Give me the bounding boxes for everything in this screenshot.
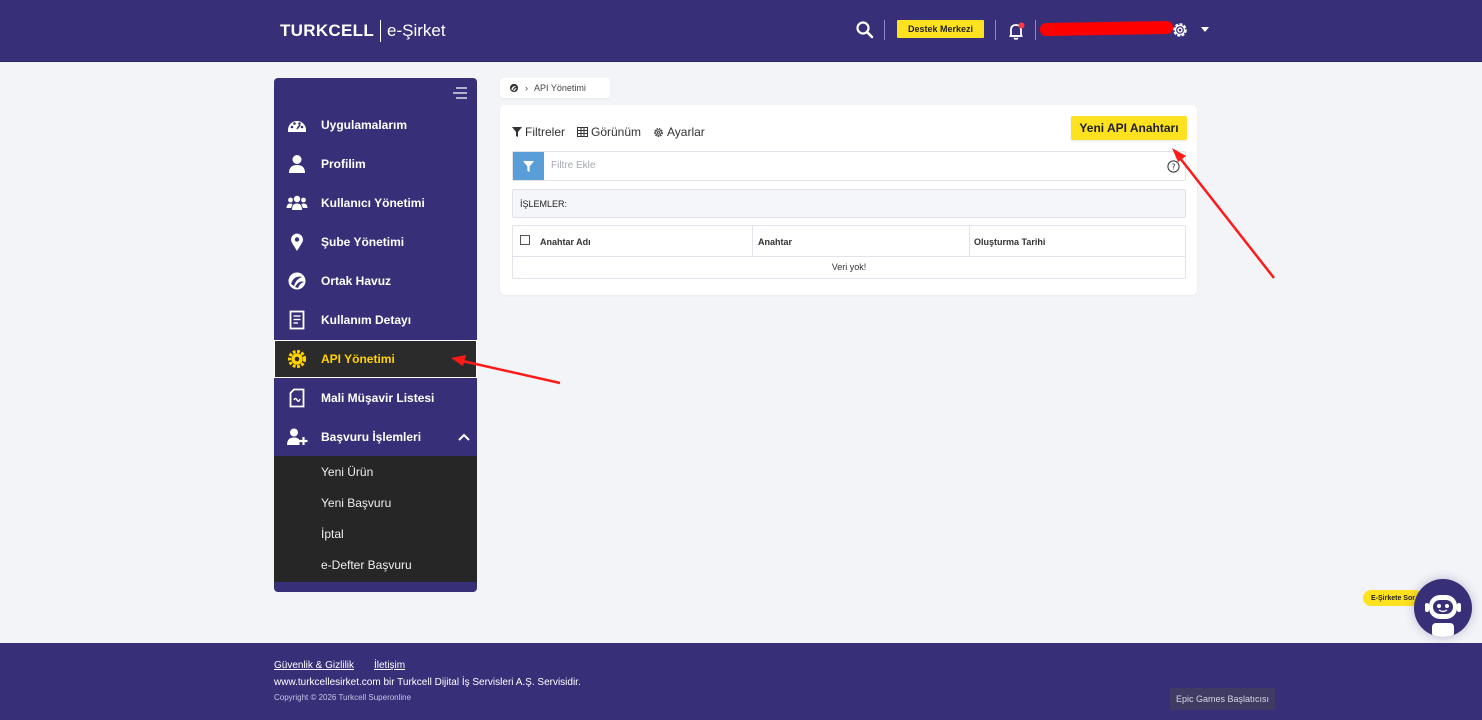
search-icon[interactable] <box>855 20 875 40</box>
sidebar-item-label: Kullanıcı Yönetimi <box>321 196 425 210</box>
gear-icon[interactable] <box>1170 20 1190 40</box>
sidebar-item-accountant-list[interactable]: Mali Müşavir Listesi <box>274 379 477 417</box>
new-api-key-button[interactable]: Yeni API Anahtarı <box>1071 116 1187 140</box>
sidebar-item-label: Kullanım Detayı <box>321 313 412 327</box>
sidebar-item-label: Mali Müşavir Listesi <box>321 391 435 405</box>
api-keys-table: Anahtar Adı Anahtar Oluşturma Tarihi Ver… <box>512 225 1186 279</box>
footer-text: www.turkcellesirket.com bir Turkcell Dij… <box>274 677 581 688</box>
submenu-application-operations: Yeni Ürün Yeni Başvuru İptal e-Defter Ba… <box>274 456 477 582</box>
table-header: Anahtar Adı Anahtar Oluşturma Tarihi <box>513 226 1185 257</box>
chevron-up-icon[interactable] <box>457 430 471 444</box>
menu-collapse-icon[interactable] <box>452 86 468 100</box>
sidebar-item-label: API Yönetimi <box>321 352 395 366</box>
column-divider <box>969 226 970 257</box>
column-header-key-name[interactable]: Anahtar Adı <box>540 237 591 247</box>
sidebar-item-branch-management[interactable]: Şube Yönetimi <box>274 223 477 261</box>
bell-icon[interactable] <box>1006 20 1028 42</box>
footer-link-privacy[interactable]: Güvenlik & Gizlilik <box>274 660 354 671</box>
column-header-created-date[interactable]: Oluşturma Tarihi <box>974 237 1045 247</box>
sidebar-item-label: Uygulamalarım <box>321 118 408 132</box>
sidebar-item-label: Profilim <box>321 157 366 171</box>
submenu-item-new-application[interactable]: Yeni Başvuru <box>321 496 391 510</box>
header-divider <box>995 20 996 40</box>
settings-button[interactable]: Ayarlar <box>653 125 705 139</box>
chatbot-avatar[interactable] <box>1414 579 1472 637</box>
view-label: Görünüm <box>591 125 642 139</box>
header-divider <box>884 20 885 40</box>
redacted-user-name <box>1039 20 1174 37</box>
column-divider <box>752 226 753 257</box>
filter-toggle-button[interactable] <box>513 152 544 180</box>
funnel-icon <box>512 127 522 137</box>
sidebar-item-label: Ortak Havuz <box>321 274 392 288</box>
svg-text:?: ? <box>1171 162 1175 171</box>
logo-divider <box>380 20 381 42</box>
document-icon <box>289 310 305 330</box>
filter-input[interactable]: Filtre Ekle <box>551 160 595 171</box>
sidebar-item-applications[interactable]: Uygulamalarım <box>274 106 477 144</box>
submenu-item-cancel[interactable]: İptal <box>321 527 344 541</box>
dashboard-icon <box>288 121 306 132</box>
table-icon <box>577 127 588 137</box>
user-plus-icon <box>287 428 308 445</box>
filter-bar: Filtre Ekle ? <box>512 151 1186 181</box>
location-pin-icon <box>291 233 303 251</box>
footer: Güvenlik & Gizlilik İletişim www.turkcel… <box>0 643 1482 720</box>
settings-label: Ayarlar <box>667 125 705 139</box>
submenu-item-new-product[interactable]: Yeni Ürün <box>321 465 373 479</box>
api-keys-panel: Filtreler Görünüm Ayarlar Yeni API Anaht… <box>500 105 1197 295</box>
sidebar-item-api-management[interactable]: API Yönetimi <box>274 340 477 378</box>
caret-down-icon[interactable] <box>1201 27 1209 32</box>
header-divider <box>1035 20 1036 40</box>
users-icon <box>286 195 308 210</box>
sidebar-item-application-operations[interactable]: Başvuru İşlemleri <box>274 418 477 456</box>
turkcell-logo[interactable]: TURKCELL e-Şirket <box>280 20 446 42</box>
help-icon[interactable]: ? <box>1167 160 1180 173</box>
home-logo-icon[interactable] <box>509 83 519 93</box>
footer-link-contact[interactable]: İletişim <box>374 660 405 671</box>
taskbar-tooltip[interactable]: Epic Games Başlatıcısı <box>1170 688 1275 710</box>
empty-state-text: Veri yok! <box>831 262 867 272</box>
sidebar-item-label: Şube Yönetimi <box>321 235 405 249</box>
column-header-key[interactable]: Anahtar <box>758 237 792 247</box>
operations-bar: İŞLEMLER: <box>512 189 1186 218</box>
user-icon <box>289 155 305 173</box>
filters-button[interactable]: Filtreler <box>512 125 565 139</box>
funnel-icon <box>523 160 534 172</box>
gear-icon <box>654 127 663 137</box>
sidebar-item-label: Başvuru İşlemleri <box>321 430 422 444</box>
sidebar-item-usage-detail[interactable]: Kullanım Detayı <box>274 301 477 339</box>
breadcrumb: › API Yönetimi <box>500 78 610 98</box>
sidebar-item-shared-pool[interactable]: Ortak Havuz <box>274 262 477 300</box>
view-button[interactable]: Görünüm <box>577 125 641 139</box>
top-header: TURKCELL e-Şirket Destek Merkezi <box>0 0 1482 62</box>
operations-label: İŞLEMLER: <box>520 199 568 209</box>
submenu-item-e-ledger-application[interactable]: e-Defter Başvuru <box>321 558 412 572</box>
breadcrumb-item[interactable]: API Yönetimi <box>534 83 586 93</box>
filters-label: Filtreler <box>525 125 566 139</box>
chevron-right-icon: › <box>525 83 528 93</box>
support-center-button[interactable]: Destek Merkezi <box>897 20 984 38</box>
turkcell-logo-icon <box>288 272 306 290</box>
robot-icon <box>1425 595 1461 637</box>
select-all-checkbox[interactable] <box>520 235 530 245</box>
sidebar-item-user-management[interactable]: Kullanıcı Yönetimi <box>274 184 477 222</box>
footer-copyright: Copyright © 2026 Turkcell Superonline <box>274 693 412 702</box>
sidebar-item-profile[interactable]: Profilim <box>274 145 477 183</box>
file-sign-icon <box>289 388 305 408</box>
logo-product: e-Şirket <box>387 21 446 40</box>
gear-icon <box>287 349 307 369</box>
sidebar: Uygulamalarım Profilim Kullanıcı Yönetim… <box>274 78 477 592</box>
logo-brand: TURKCELL <box>280 21 374 40</box>
